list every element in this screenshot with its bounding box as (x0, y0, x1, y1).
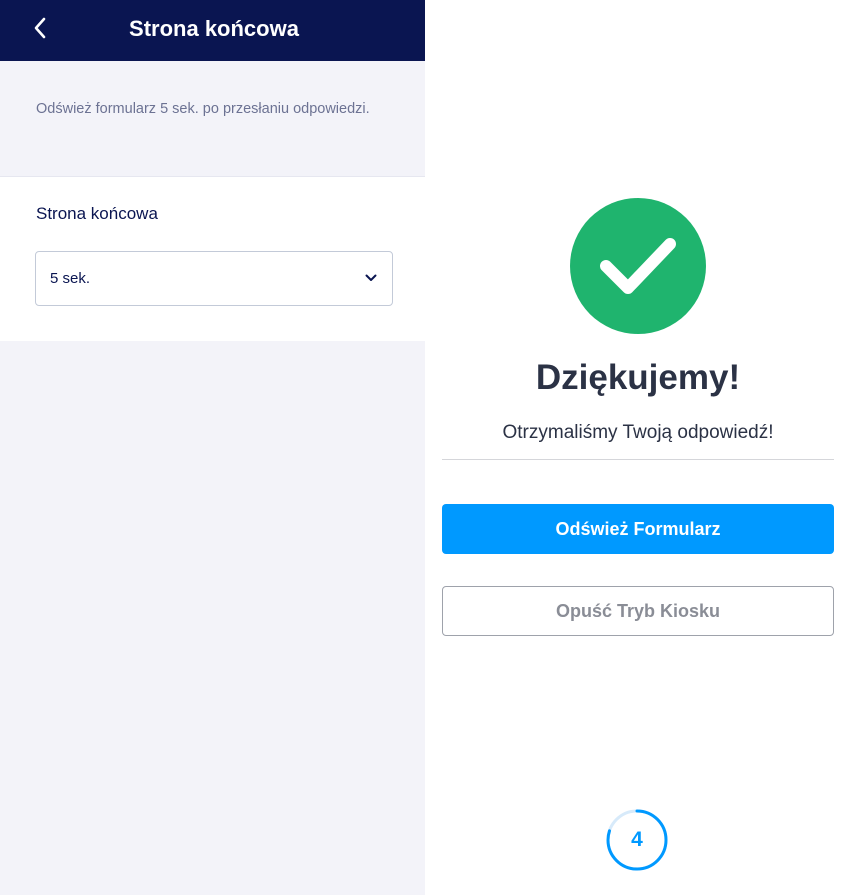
settings-description: Odśwież formularz 5 sek. po przesłaniu o… (36, 101, 370, 117)
countdown-value: 4 (631, 828, 643, 851)
thank-you-preview: Dziękujemy! Otrzymaliśmy Twoją odpowiedź… (425, 0, 851, 895)
select-value: 5 sek. (50, 270, 91, 287)
chevron-down-icon (365, 274, 377, 281)
top-bar: Strona końcowa (0, 0, 425, 61)
checkmark-icon (600, 238, 676, 294)
check-circle-icon (570, 198, 706, 334)
refresh-form-button[interactable]: Odśwież Formularz (442, 504, 834, 554)
settings-panel: Strona końcowa Odśwież formularz 5 sek. … (0, 0, 425, 895)
divider (442, 459, 834, 460)
exit-kiosk-button[interactable]: Opuść Tryb Kiosku (442, 586, 834, 636)
field-label: Strona końcowa (36, 204, 158, 223)
setting-card: Strona końcowa 5 sek. (0, 176, 425, 341)
thank-you-message: Otrzymaliśmy Twoją odpowiedź! (502, 422, 774, 443)
thank-you-heading: Dziękujemy! (535, 358, 741, 397)
delay-select[interactable]: 5 sek. (35, 251, 393, 306)
page-title: Strona końcowa (129, 16, 299, 41)
countdown-timer: 4 (605, 808, 669, 872)
